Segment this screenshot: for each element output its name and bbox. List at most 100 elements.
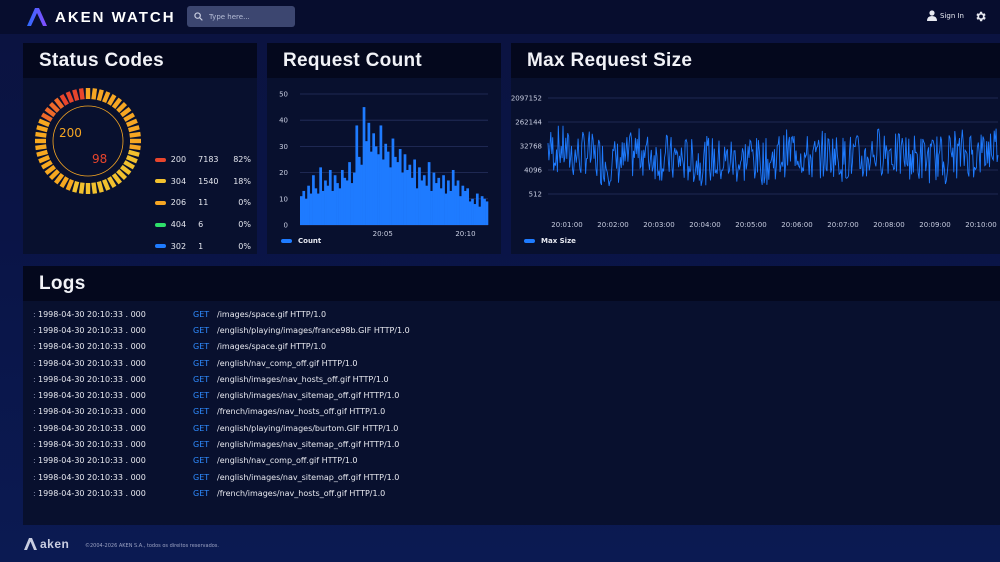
- log-timestamp: 1998-04-30 20:10:33 . 000: [38, 440, 146, 450]
- bar: [442, 175, 445, 225]
- status-legend-row[interactable]: 404 6 0%: [155, 214, 251, 236]
- gauge-tick: [129, 131, 141, 138]
- bar: [365, 141, 368, 225]
- y-tick-label: 20: [279, 169, 288, 177]
- gauge-tick: [35, 144, 47, 151]
- bar: [430, 190, 433, 225]
- gauge-tick: [116, 169, 128, 181]
- status-legend-row[interactable]: 200 7183 82%: [155, 149, 251, 171]
- gauge-tick: [38, 118, 51, 127]
- bar: [463, 190, 467, 225]
- log-row[interactable]: :1998-04-30 20:10:33 . 000 GET/french/ima…: [33, 485, 410, 501]
- status-codes-header: Status Codes: [23, 43, 257, 78]
- gauge-tick: [125, 155, 138, 164]
- gauge-tick: [36, 125, 49, 133]
- log-marker: :: [33, 407, 36, 417]
- log-row[interactable]: :1998-04-30 20:10:33 . 000 GET/english/im…: [33, 469, 410, 485]
- log-method: GET: [193, 456, 210, 466]
- bar: [449, 190, 453, 225]
- x-tick-label: 20:01:00: [551, 221, 582, 229]
- log-list[interactable]: :1998-04-30 20:10:33 . 000 GET/images/spa…: [33, 306, 410, 502]
- log-row[interactable]: :1998-04-30 20:10:33 . 000 GET/english/na…: [33, 355, 410, 371]
- gauge-tick: [111, 172, 123, 185]
- bar: [434, 183, 438, 225]
- log-row[interactable]: :1998-04-30 20:10:33 . 000 GET/english/im…: [33, 387, 410, 403]
- gauge-tick: [59, 94, 69, 106]
- log-path: /images/space.gif HTTP/1.0: [217, 309, 327, 319]
- search-input[interactable]: [209, 12, 294, 21]
- log-timestamp: 1998-04-30 20:10:33 . 000: [38, 374, 146, 384]
- bar: [304, 198, 308, 225]
- status-legend-row[interactable]: 304 1540 18%: [155, 171, 251, 193]
- bar: [328, 169, 332, 225]
- bar: [338, 188, 342, 225]
- log-method: GET: [193, 358, 210, 368]
- bar: [437, 177, 441, 225]
- bar: [483, 198, 486, 225]
- panel-title: Logs: [39, 272, 86, 294]
- footer-logo[interactable]: aken: [24, 537, 69, 551]
- bar: [379, 125, 383, 225]
- gauge-tick: [127, 125, 140, 133]
- log-method: GET: [193, 440, 210, 450]
- bar: [408, 164, 412, 225]
- log-row[interactable]: :1998-04-30 20:10:33 . 000 GET/english/na…: [33, 453, 410, 469]
- log-row[interactable]: :1998-04-30 20:10:33 . 000 GET/english/im…: [33, 371, 410, 387]
- log-path: /french/images/nav_hosts_off.gif HTTP/1.…: [217, 407, 386, 417]
- bar: [425, 185, 429, 225]
- bar: [401, 172, 404, 225]
- legend-swatch: [524, 239, 535, 243]
- gauge-tick: [44, 106, 57, 118]
- log-row[interactable]: :1998-04-30 20:10:33 . 000 GET/images/spa…: [33, 306, 410, 322]
- panel-title: Request Count: [283, 49, 423, 71]
- log-marker: :: [33, 391, 36, 401]
- log-timestamp: 1998-04-30 20:10:33 . 000: [38, 488, 146, 498]
- status-percent: 0%: [238, 220, 251, 230]
- sign-in-button[interactable]: Sign In: [927, 10, 964, 21]
- search-box[interactable]: [187, 6, 295, 27]
- bar: [362, 107, 366, 225]
- size-series-line: [547, 125, 999, 187]
- bar: [355, 125, 359, 225]
- bar: [345, 180, 349, 225]
- bar: [461, 185, 465, 225]
- bar: [367, 122, 371, 225]
- status-legend-row[interactable]: 302 1 0%: [155, 235, 251, 257]
- bar: [316, 193, 320, 225]
- bar: [309, 193, 313, 225]
- log-row[interactable]: :1998-04-30 20:10:33 . 000 GET/english/pl…: [33, 322, 410, 338]
- brand-logo[interactable]: AKEN WATCH: [26, 7, 176, 27]
- bar: [350, 183, 354, 225]
- bar: [331, 190, 335, 225]
- bar: [466, 188, 470, 225]
- log-marker: :: [33, 309, 36, 319]
- y-tick-label: 32768: [520, 143, 542, 151]
- log-row[interactable]: :1998-04-30 20:10:33 . 000 GET/french/ima…: [33, 404, 410, 420]
- count-legend[interactable]: Count: [281, 237, 321, 245]
- log-path: /images/space.gif HTTP/1.0: [217, 342, 327, 352]
- gear-icon[interactable]: [974, 10, 987, 23]
- status-legend-row[interactable]: 206 11 0%: [155, 192, 251, 214]
- gauge-tick: [125, 118, 138, 127]
- log-path: /english/nav_comp_off.gif HTTP/1.0: [217, 358, 358, 368]
- size-legend[interactable]: Max Size: [524, 237, 576, 245]
- bar: [451, 169, 455, 225]
- log-marker: :: [33, 472, 36, 482]
- gauge-tick: [78, 88, 85, 100]
- log-row[interactable]: :1998-04-30 20:10:33 . 000 GET/images/spa…: [33, 339, 410, 355]
- gauge-tick: [53, 172, 65, 185]
- log-row[interactable]: :1998-04-30 20:10:33 . 000 GET/english/im…: [33, 436, 410, 452]
- bar: [389, 167, 392, 225]
- log-method: GET: [193, 325, 210, 335]
- log-timestamp: 1998-04-30 20:10:33 . 000: [38, 407, 146, 417]
- bar: [439, 188, 443, 225]
- log-path: /english/images/nav_sitemap_off.gif HTTP…: [217, 391, 400, 401]
- status-code: 206: [170, 198, 187, 208]
- log-timestamp: 1998-04-30 20:10:33 . 000: [38, 342, 146, 352]
- status-percent: 0%: [238, 241, 251, 251]
- gauge-tick: [107, 94, 117, 106]
- log-row[interactable]: :1998-04-30 20:10:33 . 000 GET/english/pl…: [33, 420, 410, 436]
- status-code: 404: [170, 220, 187, 230]
- aken-logo-icon: [24, 538, 37, 550]
- bar: [427, 162, 431, 225]
